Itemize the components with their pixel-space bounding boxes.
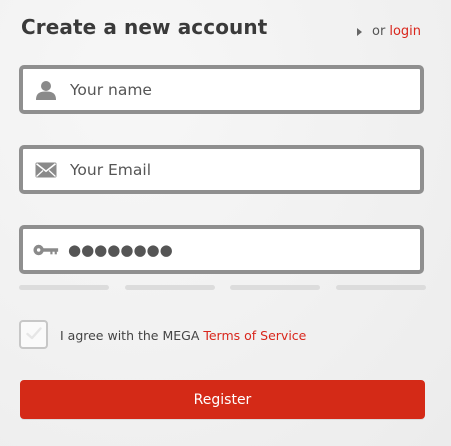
login-prompt: or login [357,24,421,39]
or-text: or [372,24,386,39]
check-icon [25,325,42,344]
login-link[interactable]: login [389,24,421,39]
user-icon [33,79,59,101]
strength-segment [230,285,321,290]
triangle-right-icon [357,27,363,36]
agree-label: I agree with the MEGA Terms of Service [60,328,306,343]
strength-segment [124,285,215,290]
password-field[interactable]: ●●●●●●●● [19,225,424,274]
email-field[interactable]: Your Email [19,145,424,194]
agree-checkbox[interactable] [19,320,48,349]
key-icon [33,239,59,261]
password-strength-meter [19,285,426,290]
password-value: ●●●●●●●● [68,240,173,259]
name-field[interactable]: Your name [19,65,424,114]
register-button[interactable]: Register [20,380,425,419]
email-placeholder: Your Email [70,160,152,179]
strength-segment [19,285,109,290]
page-title: Create a new account [21,15,268,39]
name-placeholder: Your name [70,80,152,99]
strength-segment [335,285,426,290]
terms-of-service-link[interactable]: Terms of Service [203,328,306,343]
agree-text: I agree with the MEGA [60,328,200,343]
envelope-icon [33,159,59,181]
